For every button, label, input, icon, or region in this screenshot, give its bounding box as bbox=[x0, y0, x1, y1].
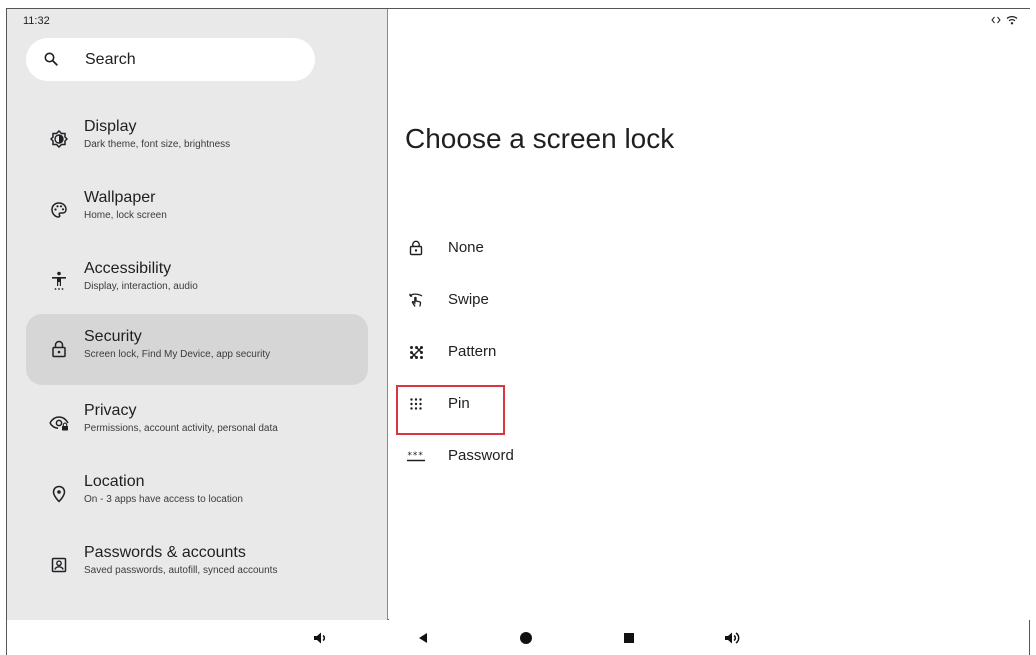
sidebar-item-subtitle: Display, interaction, audio bbox=[84, 281, 198, 292]
navigation-bar bbox=[6, 620, 1030, 655]
data-transfer-icon bbox=[991, 16, 1001, 24]
status-time: 11:32 bbox=[23, 15, 50, 27]
search-icon bbox=[44, 52, 58, 71]
sidebar-item-subtitle: Screen lock, Find My Device, app securit… bbox=[84, 349, 271, 360]
volume-down-icon[interactable] bbox=[311, 629, 329, 647]
sidebar-item-title: Accessibility bbox=[84, 260, 172, 277]
sidebar-item-title: Passwords & accounts bbox=[84, 544, 246, 561]
sidebar-item-title: Wallpaper bbox=[84, 189, 156, 206]
account-box-icon bbox=[49, 555, 69, 575]
sidebar-item-subtitle: Permissions, account activity, personal … bbox=[84, 423, 278, 434]
sidebar-item-title: Display bbox=[84, 118, 137, 135]
volume-up-icon[interactable] bbox=[724, 629, 742, 647]
pattern-icon bbox=[407, 343, 425, 361]
device-screen: 11:32 Search Display Dark theme, font si… bbox=[6, 8, 1030, 620]
option-label: None bbox=[448, 239, 484, 256]
sidebar-item-security[interactable]: Security Screen lock, Find My Device, ap… bbox=[26, 314, 368, 385]
sidebar-item-accessibility[interactable]: Accessibility Display, interaction, audi… bbox=[26, 246, 368, 317]
sidebar-item-display[interactable]: Display Dark theme, font size, brightnes… bbox=[26, 104, 368, 175]
status-icons bbox=[991, 15, 1018, 25]
accessibility-icon bbox=[49, 271, 69, 291]
wifi-icon bbox=[1006, 15, 1018, 25]
sidebar-item-subtitle: Dark theme, font size, brightness bbox=[84, 139, 231, 150]
option-label: Swipe bbox=[448, 291, 489, 308]
palette-icon bbox=[49, 200, 69, 220]
display-brightness-icon bbox=[49, 129, 69, 149]
sidebar-item-title: Security bbox=[84, 328, 142, 345]
screen-lock-panel: Choose a screen lock None Swipe Pattern … bbox=[389, 9, 1030, 620]
lock-icon bbox=[407, 239, 425, 257]
sidebar-item-subtitle: Saved passwords, autofill, synced accoun… bbox=[84, 565, 278, 576]
password-icon: *** bbox=[407, 447, 425, 465]
recents-icon[interactable] bbox=[620, 629, 638, 647]
selection-highlight bbox=[396, 385, 505, 435]
location-pin-icon bbox=[49, 484, 69, 504]
lock-option-password[interactable]: *** Password bbox=[397, 439, 637, 479]
page-title: Choose a screen lock bbox=[405, 123, 675, 154]
sidebar-item-passwords-accounts[interactable]: Passwords & accounts Saved passwords, au… bbox=[26, 530, 368, 601]
home-icon[interactable] bbox=[517, 629, 535, 647]
option-label: Pattern bbox=[448, 343, 497, 360]
search-label: Search bbox=[85, 51, 136, 68]
svg-text:***: *** bbox=[407, 451, 423, 461]
sidebar-item-title: Location bbox=[84, 473, 145, 490]
privacy-eye-icon bbox=[49, 413, 69, 433]
sidebar-item-privacy[interactable]: Privacy Permissions, account activity, p… bbox=[26, 388, 368, 459]
search-bar[interactable]: Search bbox=[26, 38, 315, 81]
sidebar-item-wallpaper[interactable]: Wallpaper Home, lock screen bbox=[26, 175, 368, 246]
settings-sidebar: 11:32 Search Display Dark theme, font si… bbox=[7, 9, 388, 620]
swipe-icon bbox=[407, 291, 425, 309]
lock-option-swipe[interactable]: Swipe bbox=[397, 283, 637, 323]
lock-option-pattern[interactable]: Pattern bbox=[397, 335, 637, 375]
back-icon[interactable] bbox=[414, 629, 432, 647]
sidebar-item-location[interactable]: Location On - 3 apps have access to loca… bbox=[26, 459, 368, 530]
lock-option-none[interactable]: None bbox=[397, 231, 637, 271]
option-label: Password bbox=[448, 447, 514, 464]
sidebar-item-subtitle: On - 3 apps have access to location bbox=[84, 494, 243, 505]
sidebar-item-title: Privacy bbox=[84, 402, 137, 419]
sidebar-item-subtitle: Home, lock screen bbox=[84, 210, 167, 221]
lock-icon bbox=[49, 339, 69, 359]
